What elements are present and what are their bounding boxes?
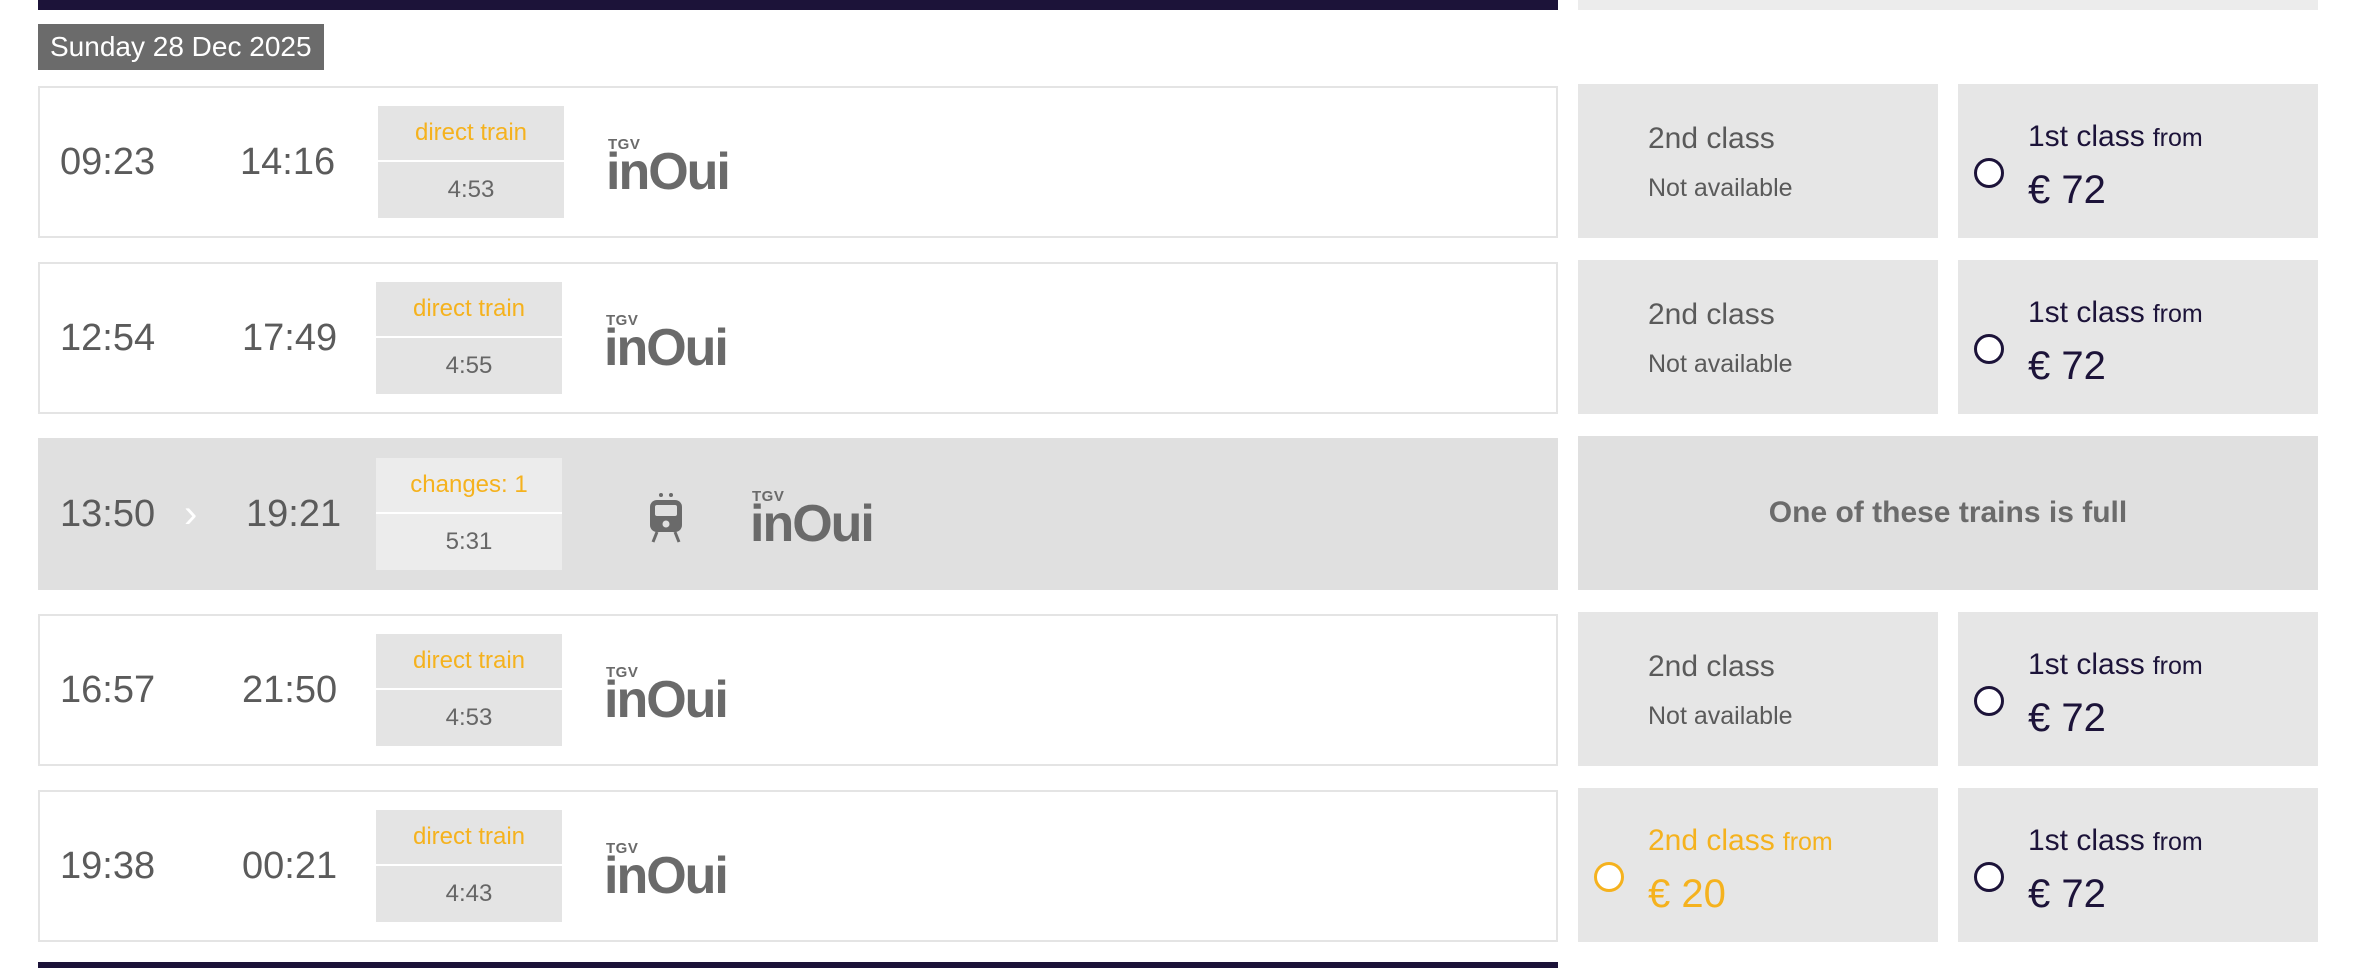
tgv-inoui-logo: TGV inOui (750, 488, 875, 553)
class-label: 1st class from (2028, 824, 2203, 857)
train-full-message: One of these trains is full (1578, 436, 2318, 590)
tgv-inoui-logo: TGV inOui (604, 840, 729, 905)
train-type: direct train (376, 634, 562, 690)
train-type: direct train (376, 810, 562, 866)
second-class-cell: 2nd class Not available (1578, 84, 1938, 238)
train-type: direct train (376, 282, 562, 338)
price: € 20 (1648, 872, 1726, 916)
journey-row[interactable]: 09:23 14:16 direct train 4:53 TGV inOui (38, 86, 1558, 238)
arrival-time: 14:16 (240, 141, 336, 183)
class-label: 2nd class (1648, 298, 1775, 331)
first-class-radio[interactable] (1974, 862, 2004, 892)
duration: 5:31 (445, 528, 493, 555)
train-info: direct train 4:55 (376, 282, 562, 394)
train-info: direct train 4:53 (378, 106, 564, 218)
tgv-inoui-logo: TGV inOui (604, 312, 729, 377)
arrival-time: 00:21 (242, 845, 338, 887)
class-label: 1st class from (2028, 648, 2203, 681)
class-label: 1st class from (2028, 296, 2203, 329)
second-class-cell[interactable]: 2nd class from € 20 (1578, 788, 1938, 942)
class-label: 1st class from (2028, 120, 2203, 153)
journey-row: 13:50 › 19:21 changes: 1 5:31 TGV inOui (38, 438, 1558, 590)
price: € 72 (2028, 168, 2106, 212)
bottom-bar (38, 962, 1558, 968)
availability-status: Not available (1648, 174, 1793, 202)
departure-time: 16:57 (60, 669, 156, 711)
journey-row[interactable]: 16:57 21:50 direct train 4:53 TGV inOui (38, 614, 1558, 766)
departure-time: 09:23 (60, 141, 156, 183)
availability-status: Not available (1648, 350, 1793, 378)
second-class-cell: 2nd class Not available (1578, 612, 1938, 766)
price: € 72 (2028, 696, 2106, 740)
departure-time: 13:50 (60, 493, 156, 535)
journey-row[interactable]: 19:38 00:21 direct train 4:43 TGV inOui (38, 790, 1558, 942)
duration: 4:53 (447, 176, 495, 203)
duration: 4:43 (445, 880, 493, 907)
train-info: direct train 4:53 (376, 634, 562, 746)
first-class-radio[interactable] (1974, 158, 2004, 188)
class-label: 2nd class from (1648, 824, 1833, 857)
first-class-cell[interactable]: 1st class from € 72 (1958, 612, 2318, 766)
first-class-cell[interactable]: 1st class from € 72 (1958, 788, 2318, 942)
first-class-radio[interactable] (1974, 334, 2004, 364)
date-label: Sunday 28 Dec 2025 (38, 24, 324, 70)
duration: 4:55 (445, 352, 493, 379)
train-type: direct train (378, 106, 564, 162)
departure-time: 19:38 (60, 845, 156, 887)
tram-icon (650, 493, 682, 543)
first-class-radio[interactable] (1974, 686, 2004, 716)
tgv-inoui-logo: TGV inOui (606, 136, 731, 201)
chevron-right-icon: › (184, 492, 198, 536)
arrival-time: 21:50 (242, 669, 338, 711)
price: € 72 (2028, 344, 2106, 388)
class-label: 2nd class (1648, 650, 1775, 683)
duration: 4:53 (445, 704, 493, 731)
arrival-time: 19:21 (246, 493, 342, 535)
first-class-cell[interactable]: 1st class from € 72 (1958, 84, 2318, 238)
top-bar (38, 0, 1558, 10)
second-class-radio[interactable] (1594, 862, 1624, 892)
top-bar-right (1578, 0, 2318, 10)
class-label: 2nd class (1648, 122, 1775, 155)
second-class-cell: 2nd class Not available (1578, 260, 1938, 414)
train-info: direct train 4:43 (376, 810, 562, 922)
journey-row[interactable]: 12:54 17:49 direct train 4:55 TGV inOui (38, 262, 1558, 414)
departure-time: 12:54 (60, 317, 156, 359)
first-class-cell[interactable]: 1st class from € 72 (1958, 260, 2318, 414)
price: € 72 (2028, 872, 2106, 916)
arrival-time: 17:49 (242, 317, 338, 359)
tgv-inoui-logo: TGV inOui (604, 664, 729, 729)
availability-status: Not available (1648, 702, 1793, 730)
train-info: changes: 1 5:31 (376, 458, 562, 570)
train-type: changes: 1 (376, 458, 562, 514)
